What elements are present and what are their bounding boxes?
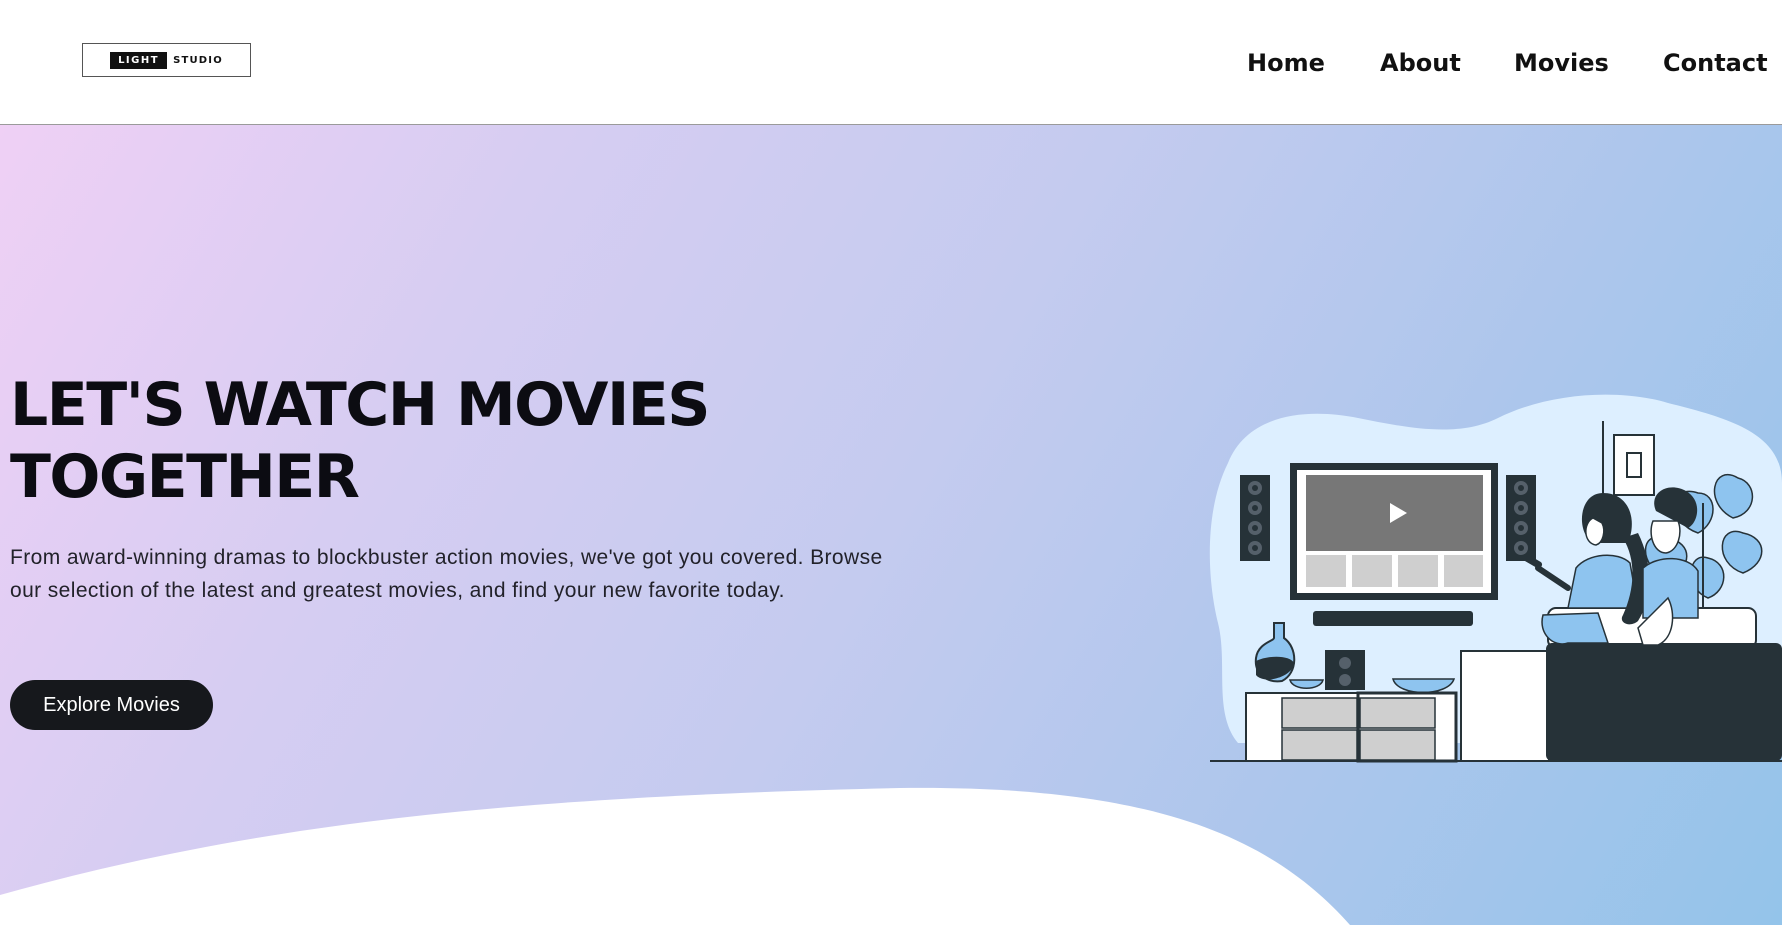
- main-nav: Home About Movies Contact: [0, 48, 1782, 78]
- site-header: LIGHT STUDIO Home About Movies Contact: [0, 0, 1782, 125]
- hero-description-line-2: our selection of the latest and greatest…: [10, 579, 785, 602]
- nav-contact[interactable]: Contact: [1663, 48, 1768, 78]
- hero-description-line-1: From award-winning dramas to blockbuster…: [10, 546, 883, 569]
- nav-home[interactable]: Home: [1247, 48, 1325, 78]
- couple-watching-tv-illustration: [1209, 394, 1782, 763]
- hero-title-line-2: TOGETHER: [10, 442, 360, 512]
- nav-movies[interactable]: Movies: [1514, 48, 1609, 78]
- hero-title-line-1: LET'S WATCH MOVIES: [10, 370, 711, 440]
- hero-description: From award-winning dramas to blockbuster…: [10, 541, 920, 607]
- nav-about[interactable]: About: [1380, 48, 1461, 78]
- explore-movies-button[interactable]: Explore Movies: [10, 680, 213, 730]
- hero-title: LET'S WATCH MOVIES TOGETHER: [10, 369, 770, 513]
- hero-section: LET'S WATCH MOVIES TOGETHER From award-w…: [0, 125, 1782, 925]
